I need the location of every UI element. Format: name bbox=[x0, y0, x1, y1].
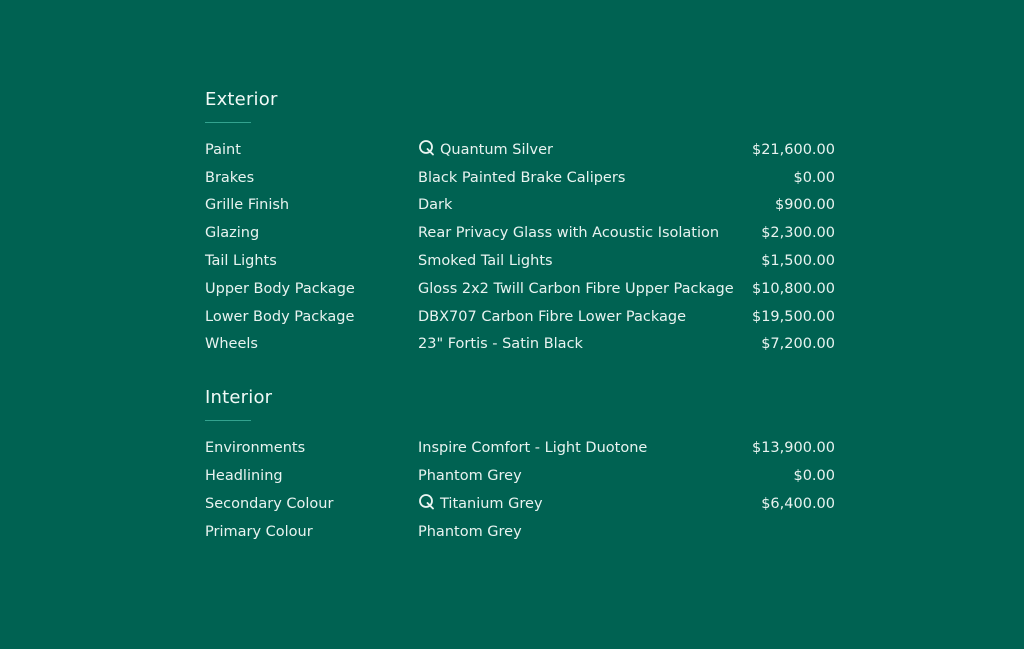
spec-summary: Exterior Paint Quantum Silver $21,600.00… bbox=[205, 88, 845, 546]
spec-option: Black Painted Brake Calipers bbox=[418, 169, 626, 186]
spec-price: $13,900.00 bbox=[751, 440, 835, 457]
section-interior: Interior Environments Inspire Comfort - … bbox=[205, 386, 845, 545]
spec-row-environments: Environments Inspire Comfort - Light Duo… bbox=[205, 434, 845, 462]
spec-price: $21,600.00 bbox=[751, 141, 835, 158]
section-divider bbox=[205, 420, 251, 422]
spec-row-upper-body-package: Upper Body Package Gloss 2x2 Twill Carbo… bbox=[205, 275, 845, 303]
spec-label: Secondary Colour bbox=[205, 495, 334, 512]
spec-label: Grille Finish bbox=[205, 197, 290, 214]
spec-option: Rear Privacy Glass with Acoustic Isolati… bbox=[418, 225, 720, 242]
section-title: Interior bbox=[205, 387, 273, 409]
spec-list: Environments Inspire Comfort - Light Duo… bbox=[205, 434, 845, 545]
spec-price: $2,300.00 bbox=[761, 225, 835, 242]
spec-row-paint: Paint Quantum Silver $21,600.00 bbox=[205, 136, 845, 164]
spec-label: Lower Body Package bbox=[205, 308, 355, 325]
spec-option: Titanium Grey bbox=[418, 493, 738, 513]
q-icon bbox=[418, 139, 435, 156]
spec-label: Tail Lights bbox=[205, 253, 277, 270]
spec-option-text: Titanium Grey bbox=[440, 495, 543, 512]
spec-option: Phantom Grey bbox=[418, 523, 522, 540]
spec-option: Gloss 2x2 Twill Carbon Fibre Upper Packa… bbox=[418, 280, 734, 297]
spec-row-tail-lights: Tail Lights Smoked Tail Lights $1,500.00 bbox=[205, 247, 845, 275]
spec-label: Environments bbox=[205, 440, 306, 457]
spec-option: Phantom Grey bbox=[418, 468, 522, 485]
spec-price: $900.00 bbox=[775, 197, 835, 214]
spec-price: $1,500.00 bbox=[761, 253, 835, 270]
spec-row-secondary-colour: Secondary Colour Titanium Grey $6,400.00 bbox=[205, 490, 845, 518]
spec-row-wheels: Wheels 23" Fortis - Satin Black $7,200.0… bbox=[205, 331, 845, 359]
spec-option: 23" Fortis - Satin Black bbox=[418, 336, 583, 353]
spec-label: Brakes bbox=[205, 169, 255, 186]
q-icon bbox=[418, 493, 435, 510]
spec-label: Paint bbox=[205, 141, 241, 158]
spec-option-text: Quantum Silver bbox=[440, 141, 554, 158]
spec-row-headlining: Headlining Phantom Grey $0.00 bbox=[205, 462, 845, 490]
section-title: Exterior bbox=[205, 89, 278, 110]
spec-row-primary-colour: Primary Colour Phantom Grey bbox=[205, 518, 845, 546]
spec-list: Paint Quantum Silver $21,600.00 Brakes B… bbox=[205, 136, 845, 358]
spec-row-grille-finish: Grille Finish Dark $900.00 bbox=[205, 192, 845, 220]
spec-option: Inspire Comfort - Light Duotone bbox=[418, 440, 648, 457]
spec-price: $0.00 bbox=[793, 468, 835, 485]
spec-label: Glazing bbox=[205, 225, 260, 242]
spec-option: DBX707 Carbon Fibre Lower Package bbox=[418, 308, 687, 325]
spec-option: Dark bbox=[418, 197, 453, 214]
spec-price: $0.00 bbox=[793, 169, 835, 186]
spec-price: $19,500.00 bbox=[751, 308, 835, 325]
spec-label: Headlining bbox=[205, 468, 283, 485]
spec-label: Primary Colour bbox=[205, 523, 313, 540]
section-divider bbox=[205, 122, 251, 123]
spec-price: $10,800.00 bbox=[751, 280, 835, 297]
spec-option: Smoked Tail Lights bbox=[418, 253, 553, 270]
spec-label: Upper Body Package bbox=[205, 280, 355, 297]
spec-row-glazing: Glazing Rear Privacy Glass with Acoustic… bbox=[205, 219, 845, 247]
spec-price: $6,400.00 bbox=[761, 495, 835, 512]
spec-row-lower-body-package: Lower Body Package DBX707 Carbon Fibre L… bbox=[205, 303, 845, 331]
spec-label: Wheels bbox=[205, 336, 258, 353]
spec-row-brakes: Brakes Black Painted Brake Calipers $0.0… bbox=[205, 164, 845, 192]
spec-option: Quantum Silver bbox=[418, 139, 738, 159]
spec-price: $7,200.00 bbox=[761, 336, 835, 353]
section-exterior: Exterior Paint Quantum Silver $21,600.00… bbox=[205, 88, 845, 358]
